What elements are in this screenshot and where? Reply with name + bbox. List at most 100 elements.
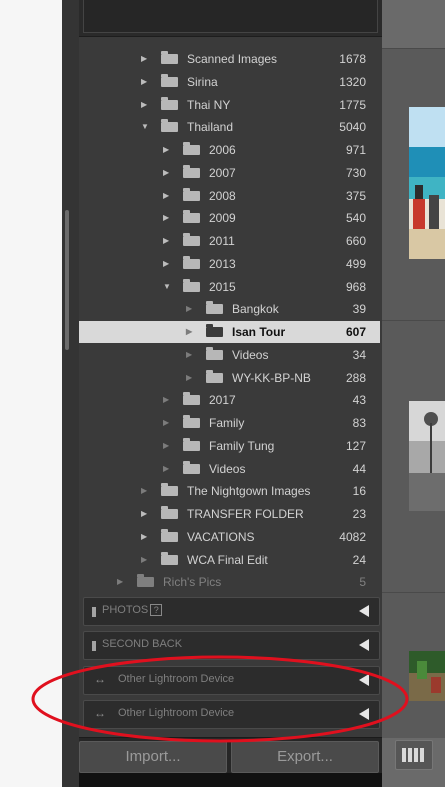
publish-service-header[interactable]: ↔ Other Lightroom Device bbox=[83, 666, 380, 695]
disclosure-collapsed-icon[interactable]: ▶ bbox=[163, 139, 169, 161]
folder-row[interactable]: ▶ Videos 34 bbox=[79, 344, 380, 366]
folder-row[interactable]: ▶ 2009 540 bbox=[79, 207, 380, 229]
folder-row[interactable]: ▶ The Nightgown Images 16 bbox=[79, 480, 380, 502]
scrollbar-handle[interactable] bbox=[65, 210, 69, 350]
disclosure-collapsed-icon[interactable]: ▶ bbox=[163, 162, 169, 184]
folder-row[interactable]: ▶ 2006 971 bbox=[79, 139, 380, 161]
section-title: Other Lightroom Device bbox=[118, 673, 235, 685]
disclosure-collapsed-icon[interactable]: ▶ bbox=[163, 435, 169, 457]
disclosure-collapsed-icon[interactable]: ▶ bbox=[117, 571, 123, 593]
folder-icon bbox=[183, 164, 200, 178]
folder-row[interactable]: ▶ 2013 499 bbox=[79, 253, 380, 275]
disclosure-collapsed-icon[interactable]: ▶ bbox=[163, 207, 169, 229]
folder-count: 24 bbox=[352, 552, 366, 567]
publish-service-header[interactable]: ↔ Other Lightroom Device bbox=[83, 700, 380, 729]
section-title: PHOTOS bbox=[102, 604, 162, 616]
folder-row[interactable]: ▼ Thailand 5040 bbox=[79, 116, 380, 138]
panel-header-box bbox=[83, 0, 378, 33]
section-title: Other Lightroom Device bbox=[118, 707, 235, 719]
folder-icon bbox=[183, 210, 200, 224]
folder-count: 660 bbox=[345, 234, 366, 248]
folder-count: 1678 bbox=[339, 52, 366, 66]
disclosure-collapsed-icon[interactable]: ▶ bbox=[141, 549, 147, 571]
folder-row[interactable]: ▶ Bangkok 39 bbox=[79, 298, 380, 320]
folder-icon bbox=[183, 142, 200, 155]
folder-row[interactable]: ▶ 2008 375 bbox=[79, 185, 380, 207]
disclosure-collapsed-icon[interactable]: ▶ bbox=[141, 480, 147, 502]
section-marker-icon bbox=[92, 641, 96, 651]
disclosure-expanded-icon[interactable]: ▼ bbox=[141, 116, 149, 138]
sync-icon: ↔ bbox=[94, 706, 106, 720]
folder-row[interactable]: ▶ WY-KK-BP-NB 288 bbox=[79, 367, 380, 389]
collapse-arrow-icon[interactable] bbox=[359, 639, 369, 651]
folder-icon bbox=[183, 233, 200, 246]
collection-section-header[interactable]: PHOTOS bbox=[83, 597, 380, 626]
grid-icon bbox=[402, 748, 426, 762]
folder-count: 607 bbox=[345, 325, 366, 339]
folder-name: 2007 bbox=[209, 165, 236, 180]
section-marker-icon bbox=[92, 607, 96, 617]
folder-icon bbox=[161, 506, 178, 519]
folder-row[interactable]: ▶ Rich's Pics 5 bbox=[79, 571, 380, 593]
grid-cell[interactable] bbox=[382, 320, 445, 593]
collapse-arrow-icon[interactable] bbox=[359, 708, 369, 720]
folder-name: Videos bbox=[232, 347, 269, 362]
folder-icon bbox=[183, 278, 200, 292]
disclosure-collapsed-icon[interactable]: ▶ bbox=[163, 412, 169, 434]
folder-row[interactable]: ▶ Family Tung 127 bbox=[79, 435, 380, 457]
collection-section-header[interactable]: SECOND BACK bbox=[83, 631, 380, 660]
folder-count: 5 bbox=[359, 575, 366, 590]
disclosure-collapsed-icon[interactable]: ▶ bbox=[186, 321, 192, 343]
folder-row[interactable]: ▶ WCA Final Edit 24 bbox=[79, 549, 380, 571]
folder-icon bbox=[206, 301, 223, 315]
collapse-arrow-icon[interactable] bbox=[359, 674, 369, 686]
disclosure-collapsed-icon[interactable]: ▶ bbox=[163, 230, 169, 252]
export-button[interactable]: Export... bbox=[231, 741, 379, 773]
disclosure-collapsed-icon[interactable]: ▶ bbox=[163, 253, 169, 275]
disclosure-expanded-icon[interactable]: ▼ bbox=[163, 276, 171, 298]
bw-photo-thumbnail[interactable] bbox=[409, 401, 445, 511]
disclosure-collapsed-icon[interactable]: ▶ bbox=[141, 94, 147, 116]
folder-row[interactable]: ▶ Scanned Images 1678 bbox=[79, 48, 380, 70]
beach-photo-thumbnail[interactable] bbox=[409, 107, 445, 259]
folder-icon bbox=[161, 528, 178, 542]
folder-name: WY-KK-BP-NB bbox=[232, 370, 311, 385]
disclosure-collapsed-icon[interactable]: ▶ bbox=[186, 367, 192, 389]
grid-cell[interactable] bbox=[382, 48, 445, 321]
folder-count: 971 bbox=[345, 143, 366, 157]
disclosure-collapsed-icon[interactable]: ▶ bbox=[141, 503, 147, 525]
collapse-arrow-icon[interactable] bbox=[359, 605, 369, 617]
folder-name: Family Tung bbox=[209, 438, 275, 453]
disclosure-collapsed-icon[interactable]: ▶ bbox=[141, 526, 147, 548]
folder-row[interactable]: ▶ 2007 730 bbox=[79, 162, 380, 184]
folder-name: VACATIONS bbox=[187, 529, 255, 544]
grid-cell[interactable] bbox=[382, 592, 445, 738]
folder-row[interactable]: ▶ VACATIONS 4082 bbox=[79, 526, 380, 548]
disclosure-collapsed-icon[interactable]: ▶ bbox=[186, 344, 192, 366]
folder-name: Thailand bbox=[187, 120, 234, 135]
folder-icon bbox=[183, 187, 200, 201]
folder-row[interactable]: ▶ Videos 44 bbox=[79, 458, 380, 480]
folder-row[interactable]: ▶ Family 83 bbox=[79, 412, 380, 434]
folder-icon bbox=[183, 437, 200, 451]
folder-row[interactable]: ▶ 2017 43 bbox=[79, 389, 380, 411]
folder-row[interactable]: ▶ Isan Tour 607 bbox=[79, 321, 380, 343]
import-button[interactable]: Import... bbox=[79, 741, 227, 773]
folder-row[interactable]: ▶ Sirina 1320 bbox=[79, 71, 380, 93]
folder-row[interactable]: ▼ 2015 968 bbox=[79, 276, 380, 298]
disclosure-collapsed-icon[interactable]: ▶ bbox=[163, 185, 169, 207]
import-export-bar: Import... Export... bbox=[79, 737, 382, 774]
folder-row[interactable]: ▶ Thai NY 1775 bbox=[79, 94, 380, 116]
color-photo-thumbnail[interactable] bbox=[409, 651, 445, 701]
disclosure-collapsed-icon[interactable]: ▶ bbox=[163, 389, 169, 411]
folder-row[interactable]: ▶ 2011 660 bbox=[79, 230, 380, 252]
sync-icon: ↔ bbox=[94, 672, 106, 686]
folder-row[interactable]: ▶ TRANSFER FOLDER 23 bbox=[79, 503, 380, 525]
disclosure-collapsed-icon[interactable]: ▶ bbox=[141, 48, 147, 70]
folder-count: 34 bbox=[352, 347, 366, 362]
folder-count: 4082 bbox=[339, 529, 366, 544]
disclosure-collapsed-icon[interactable]: ▶ bbox=[163, 458, 169, 480]
disclosure-collapsed-icon[interactable]: ▶ bbox=[141, 71, 147, 93]
grid-view-button[interactable] bbox=[395, 740, 433, 770]
disclosure-collapsed-icon[interactable]: ▶ bbox=[186, 298, 192, 320]
